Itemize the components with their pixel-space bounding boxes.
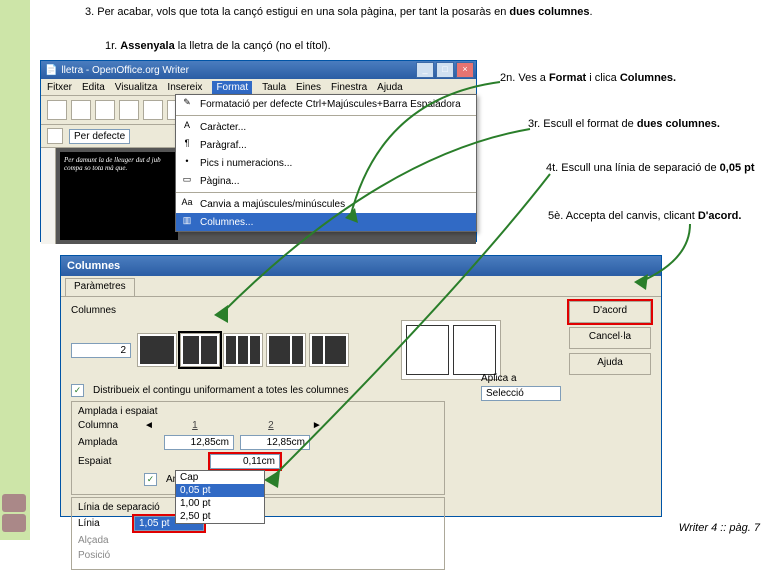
open-icon[interactable] — [71, 100, 91, 120]
logo-diputacio — [2, 494, 26, 512]
new-icon[interactable] — [47, 100, 67, 120]
line-option-005[interactable]: 0,05 pt — [176, 484, 264, 497]
preset-2col-right[interactable] — [309, 333, 349, 367]
instruction-1r: 1r. Assenyala la lletra de la cançó (no … — [105, 40, 331, 52]
distribute-checkbox[interactable]: ✓ — [71, 384, 84, 397]
case-icon: Aa — [180, 197, 194, 211]
page-icon: ▭ — [180, 174, 194, 188]
menu-ajuda[interactable]: Ajuda — [377, 82, 403, 93]
line-option-none[interactable]: Cap — [176, 471, 264, 484]
green-stripe — [0, 0, 30, 540]
footer-logos — [2, 494, 28, 534]
menu-eines[interactable]: Eines — [296, 82, 321, 93]
cut-icon[interactable] — [143, 100, 163, 120]
para-icon: ¶ — [180, 138, 194, 152]
char-icon: A — [180, 120, 194, 134]
writer-titlebar: 📄 lletra - OpenOffice.org Writer _ □ × — [41, 61, 476, 79]
tab-parameters[interactable]: Paràmetres — [65, 278, 135, 296]
menu-item-paragraph[interactable]: ¶Paràgraf... — [176, 136, 476, 154]
width-1[interactable]: 12,85cm — [164, 435, 234, 450]
ruler-vertical — [41, 148, 56, 244]
instruction-5e: 5è. Accepta del canvis, clicant D'acord. — [548, 210, 741, 222]
col-arrow-right-icon[interactable]: ► — [312, 420, 322, 431]
styles-icon[interactable] — [47, 128, 63, 144]
maximize-button[interactable]: □ — [436, 62, 454, 78]
writer-app-icon: 📄 — [45, 65, 57, 76]
line-dropdown: Cap 0,05 pt 1,00 pt 2,50 pt — [175, 470, 265, 524]
format-menu-dropdown: ✎Formatació per defecte Ctrl+Majúscules+… — [175, 94, 477, 232]
cancel-button[interactable]: Cancel·la — [569, 327, 651, 349]
height-label: Alçada — [78, 535, 128, 546]
menu-item-character[interactable]: ACaràcter... — [176, 118, 476, 136]
columns-dialog: Columnes Paràmetres D'acord Cancel·la Aj… — [60, 255, 662, 517]
instruction-3r: 3r. Escull el format de dues columnes. — [528, 118, 720, 130]
print-icon[interactable] — [119, 100, 139, 120]
columns-spinner[interactable]: 2 — [71, 343, 131, 358]
preset-2col[interactable] — [180, 333, 220, 367]
page-footer: Writer 4 :: pàg. 7 — [679, 522, 760, 534]
dialog-titlebar: Columnes — [61, 256, 661, 276]
writer-title-text: lletra - OpenOffice.org Writer — [61, 65, 188, 76]
col-header-1: 1 — [160, 420, 230, 431]
preset-2col-left[interactable] — [266, 333, 306, 367]
instruction-step3: 3. Per acabar, vols que tota la cançó es… — [85, 6, 725, 18]
save-icon[interactable] — [95, 100, 115, 120]
menu-fitxer[interactable]: Fitxer — [47, 82, 72, 93]
menu-item-columns[interactable]: ▥Columnes... — [176, 213, 476, 231]
instruction-4t: 4t. Escull una línia de separació de 0,0… — [546, 162, 755, 174]
col-arrow-left-icon[interactable]: ◄ — [144, 420, 154, 431]
menu-edita[interactable]: Edita — [82, 82, 105, 93]
minimize-button[interactable]: _ — [416, 62, 434, 78]
auto-width-checkbox[interactable]: ✓ — [144, 473, 157, 486]
position-label: Posició — [78, 550, 128, 561]
menu-insereix[interactable]: Insereix — [167, 82, 202, 93]
menu-item-case[interactable]: AaCanvia a majúscules/minúscules — [176, 195, 476, 213]
width-label: Amplada — [78, 437, 138, 448]
menu-visualitza[interactable]: Visualitza — [115, 82, 158, 93]
column-number-label: Columna — [78, 420, 138, 431]
line-label: Línia — [78, 518, 128, 529]
instruction-2n: 2n. Ves a Format i clica Columnes. — [500, 72, 676, 84]
columns-icon: ▥ — [180, 215, 194, 229]
selected-text: Per damunt la de lleuger dut d jub compa… — [60, 152, 178, 240]
width-2[interactable]: 12,85cm — [240, 435, 310, 450]
preset-1col[interactable] — [137, 333, 177, 367]
preset-3col[interactable] — [223, 333, 263, 367]
menu-item-default-format[interactable]: ✎Formatació per defecte Ctrl+Majúscules+… — [176, 95, 476, 113]
menu-taula[interactable]: Taula — [262, 82, 286, 93]
apply-to-select[interactable]: Selecció — [481, 386, 561, 401]
ok-button[interactable]: D'acord — [569, 301, 651, 323]
column-preview — [401, 320, 501, 380]
width-spacing-label: Amplada i espaiat — [78, 406, 438, 417]
spacing-1[interactable]: 0,11cm — [210, 454, 280, 469]
spacing-label: Espaiat — [78, 456, 138, 467]
style-select[interactable]: Per defecte — [69, 129, 130, 144]
menu-finestra[interactable]: Finestra — [331, 82, 367, 93]
line-option-250[interactable]: 2,50 pt — [176, 510, 264, 523]
col-header-2: 2 — [236, 420, 306, 431]
close-button[interactable]: × — [456, 62, 474, 78]
columns-label: Columnes — [71, 305, 116, 316]
column-presets — [137, 333, 349, 367]
menu-item-bullets[interactable]: •Pics i numeracions... — [176, 154, 476, 172]
line-option-100[interactable]: 1,00 pt — [176, 497, 264, 510]
menu-format[interactable]: Format — [212, 81, 252, 94]
apply-to-label: Aplica a — [481, 373, 561, 384]
format-default-icon: ✎ — [180, 97, 194, 111]
dialog-tabs: Paràmetres — [61, 276, 661, 297]
bullets-icon: • — [180, 156, 194, 170]
logo-ajuntament — [2, 514, 26, 532]
help-button[interactable]: Ajuda — [569, 353, 651, 375]
distribute-label: Distribueix el contingu uniformament a t… — [93, 385, 349, 396]
menu-item-page[interactable]: ▭Pàgina... — [176, 172, 476, 190]
